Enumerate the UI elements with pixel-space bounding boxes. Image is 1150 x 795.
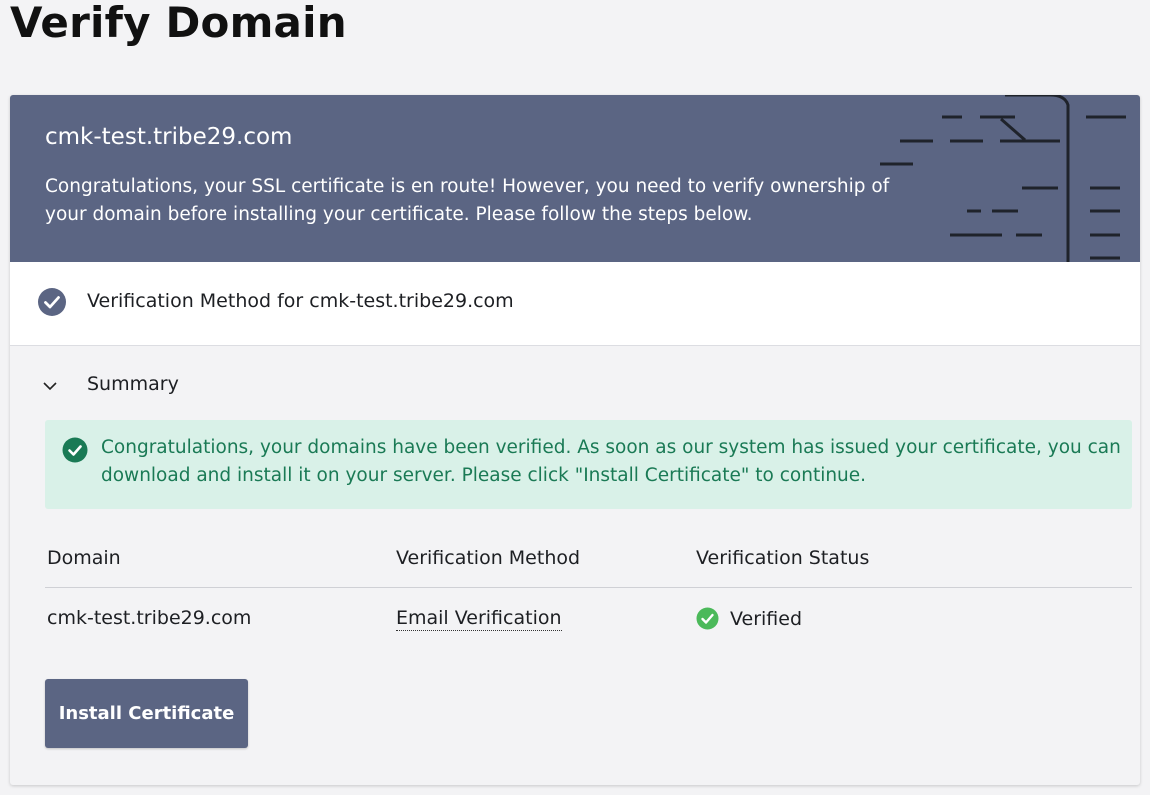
header-verification-method: Verification Method bbox=[396, 547, 581, 569]
check-circle-icon bbox=[696, 607, 719, 630]
page-title: Verify Domain bbox=[10, 0, 347, 47]
step-label: Verification Method for cmk-test.tribe29… bbox=[87, 290, 514, 312]
table-row: cmk-test.tribe29.com Email Verification … bbox=[45, 588, 1132, 650]
alert-text: Congratulations, your domains have been … bbox=[101, 437, 1121, 486]
chevron-down-icon bbox=[43, 382, 57, 391]
hero-banner: cmk-test.tribe29.com Congratulations, yo… bbox=[10, 95, 1140, 262]
cell-domain: cmk-test.tribe29.com bbox=[47, 607, 252, 629]
step-verification-method[interactable]: Verification Method for cmk-test.tribe29… bbox=[10, 262, 1140, 346]
summary-toggle[interactable]: Summary bbox=[41, 373, 191, 399]
check-circle-icon bbox=[62, 437, 88, 463]
success-alert: Congratulations, your domains have been … bbox=[45, 420, 1132, 509]
header-verification-status: Verification Status bbox=[696, 547, 870, 569]
hero-message: Congratulations, your SSL certificate is… bbox=[45, 176, 890, 225]
summary-label: Summary bbox=[87, 373, 179, 395]
table-header-row: Domain Verification Method Verification … bbox=[45, 538, 1132, 588]
cell-status: Verified bbox=[696, 607, 802, 630]
header-domain: Domain bbox=[47, 547, 121, 569]
status-label: Verified bbox=[730, 607, 803, 630]
check-circle-icon bbox=[38, 288, 66, 316]
install-certificate-button[interactable]: Install Certificate bbox=[45, 679, 248, 748]
decorative-lines-illustration bbox=[880, 95, 1126, 262]
hero-domain: cmk-test.tribe29.com bbox=[45, 124, 293, 150]
verification-method-link[interactable]: Email Verification bbox=[396, 607, 562, 631]
verification-card: cmk-test.tribe29.com Congratulations, yo… bbox=[10, 95, 1140, 785]
verification-table: Domain Verification Method Verification … bbox=[45, 538, 1132, 650]
